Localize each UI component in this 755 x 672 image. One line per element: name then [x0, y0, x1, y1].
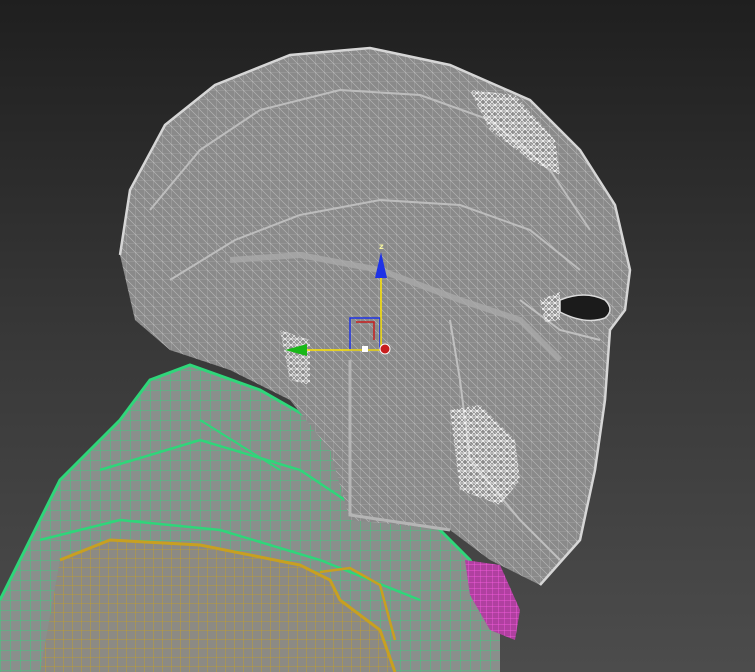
gizmo-x-arrow[interactable]	[379, 343, 391, 355]
gizmo-z-label: z	[379, 242, 384, 251]
gizmo-pivot-handle[interactable]	[362, 346, 368, 352]
3d-viewport[interactable]: z	[0, 0, 755, 672]
viewport-scene[interactable]: z	[0, 0, 755, 672]
